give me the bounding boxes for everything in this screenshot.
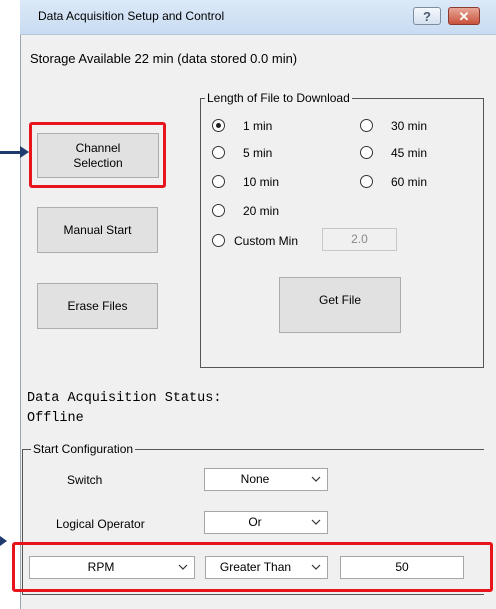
start-config-legend: Start Configuration xyxy=(31,442,136,456)
radio-10-min[interactable] xyxy=(212,175,225,188)
annotation-arrow-head xyxy=(20,146,29,158)
logical-operator-label: Logical Operator xyxy=(56,517,145,531)
channel-selection-highlight xyxy=(29,122,166,188)
switch-dropdown-value: None xyxy=(240,472,270,486)
annotation-arrow-head-2 xyxy=(0,536,7,546)
radio-label-1-min: 1 min xyxy=(243,119,273,133)
radio-20-min[interactable] xyxy=(212,204,225,217)
switch-dropdown[interactable]: None xyxy=(204,468,328,491)
chevron-down-icon xyxy=(311,519,321,525)
get-file-button[interactable]: Get File xyxy=(279,277,401,333)
radio-1-min[interactable] xyxy=(212,119,225,132)
radio-label-30-min: 30 min xyxy=(391,119,428,133)
manual-start-button[interactable]: Manual Start xyxy=(37,207,158,253)
help-icon: ? xyxy=(423,9,431,24)
radio-label-45-min: 45 min xyxy=(391,146,428,160)
radio-60-min[interactable] xyxy=(360,175,373,188)
window-title: Data Acquisition Setup and Control xyxy=(38,9,225,23)
radio-label-60-min: 60 min xyxy=(391,175,428,189)
custom-min-input[interactable]: 2.0 xyxy=(322,228,397,251)
erase-files-button[interactable]: Erase Files xyxy=(37,283,158,329)
radio-5-min[interactable] xyxy=(212,146,225,159)
chevron-down-icon xyxy=(311,476,321,482)
radio-label-custom-min: Custom Min xyxy=(234,234,299,248)
radio-custom-min[interactable] xyxy=(212,234,225,247)
acquisition-status-value: Offline xyxy=(27,411,84,426)
radio-label-5-min: 5 min xyxy=(243,146,273,160)
switch-label: Switch xyxy=(67,473,103,487)
file-length-legend: Length of File to Download xyxy=(205,91,352,105)
radio-30-min[interactable] xyxy=(360,119,373,132)
storage-status: Storage Available 22 min (data stored 0.… xyxy=(30,51,298,66)
radio-label-20-min: 20 min xyxy=(243,204,280,218)
acquisition-status-heading: Data Acquisition Status: xyxy=(27,391,222,406)
close-button[interactable]: ✕ xyxy=(448,7,480,25)
close-icon: ✕ xyxy=(458,9,470,24)
help-button[interactable]: ? xyxy=(413,7,441,25)
radio-label-10-min: 10 min xyxy=(243,175,280,189)
annotation-arrow-shaft xyxy=(0,151,22,154)
logical-operator-dropdown[interactable]: Or xyxy=(204,511,328,534)
logical-operator-dropdown-value: Or xyxy=(248,515,262,529)
trigger-row-highlight xyxy=(12,542,493,592)
radio-45-min[interactable] xyxy=(360,146,373,159)
